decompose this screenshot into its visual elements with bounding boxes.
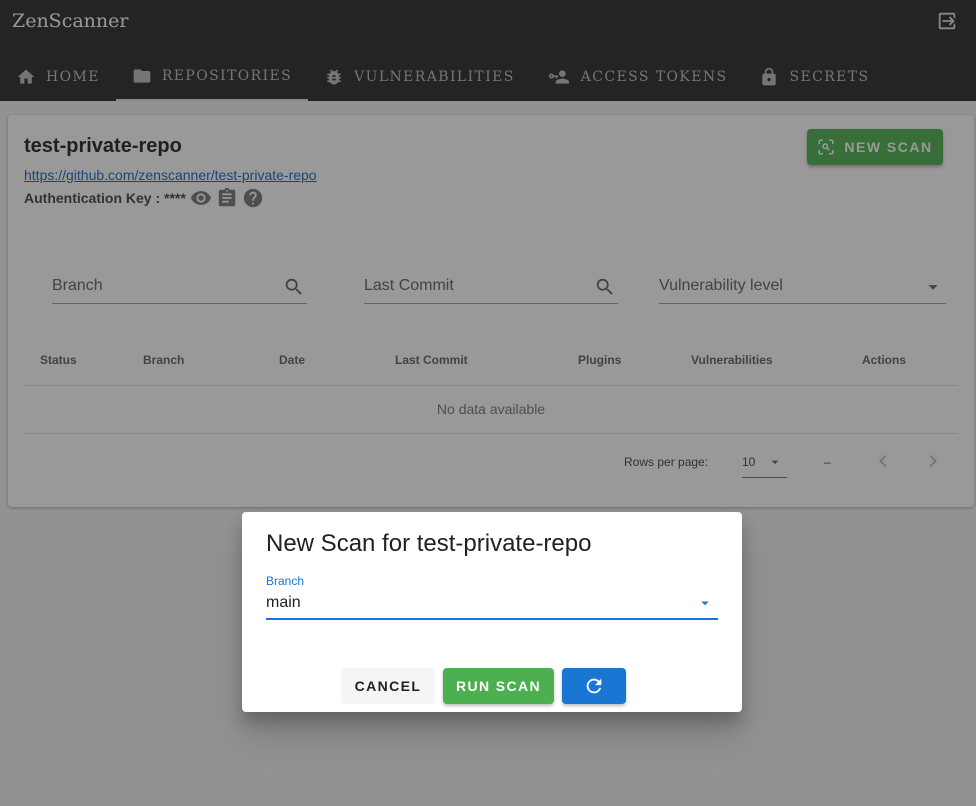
dropdown-arrow-icon [701,601,709,606]
branch-select-value: main [266,594,301,611]
branch-select[interactable]: Branch main [266,574,718,620]
branch-select-label: Branch [266,574,305,588]
refresh-button[interactable] [562,668,626,704]
refresh-icon [586,678,602,694]
new-scan-dialog: New Scan for test-private-repo Branch ma… [242,512,742,712]
run-scan-button[interactable]: RUN SCAN [443,668,554,704]
dialog-title: New Scan for test-private-repo [266,530,592,557]
cancel-button[interactable]: CANCEL [341,668,435,704]
